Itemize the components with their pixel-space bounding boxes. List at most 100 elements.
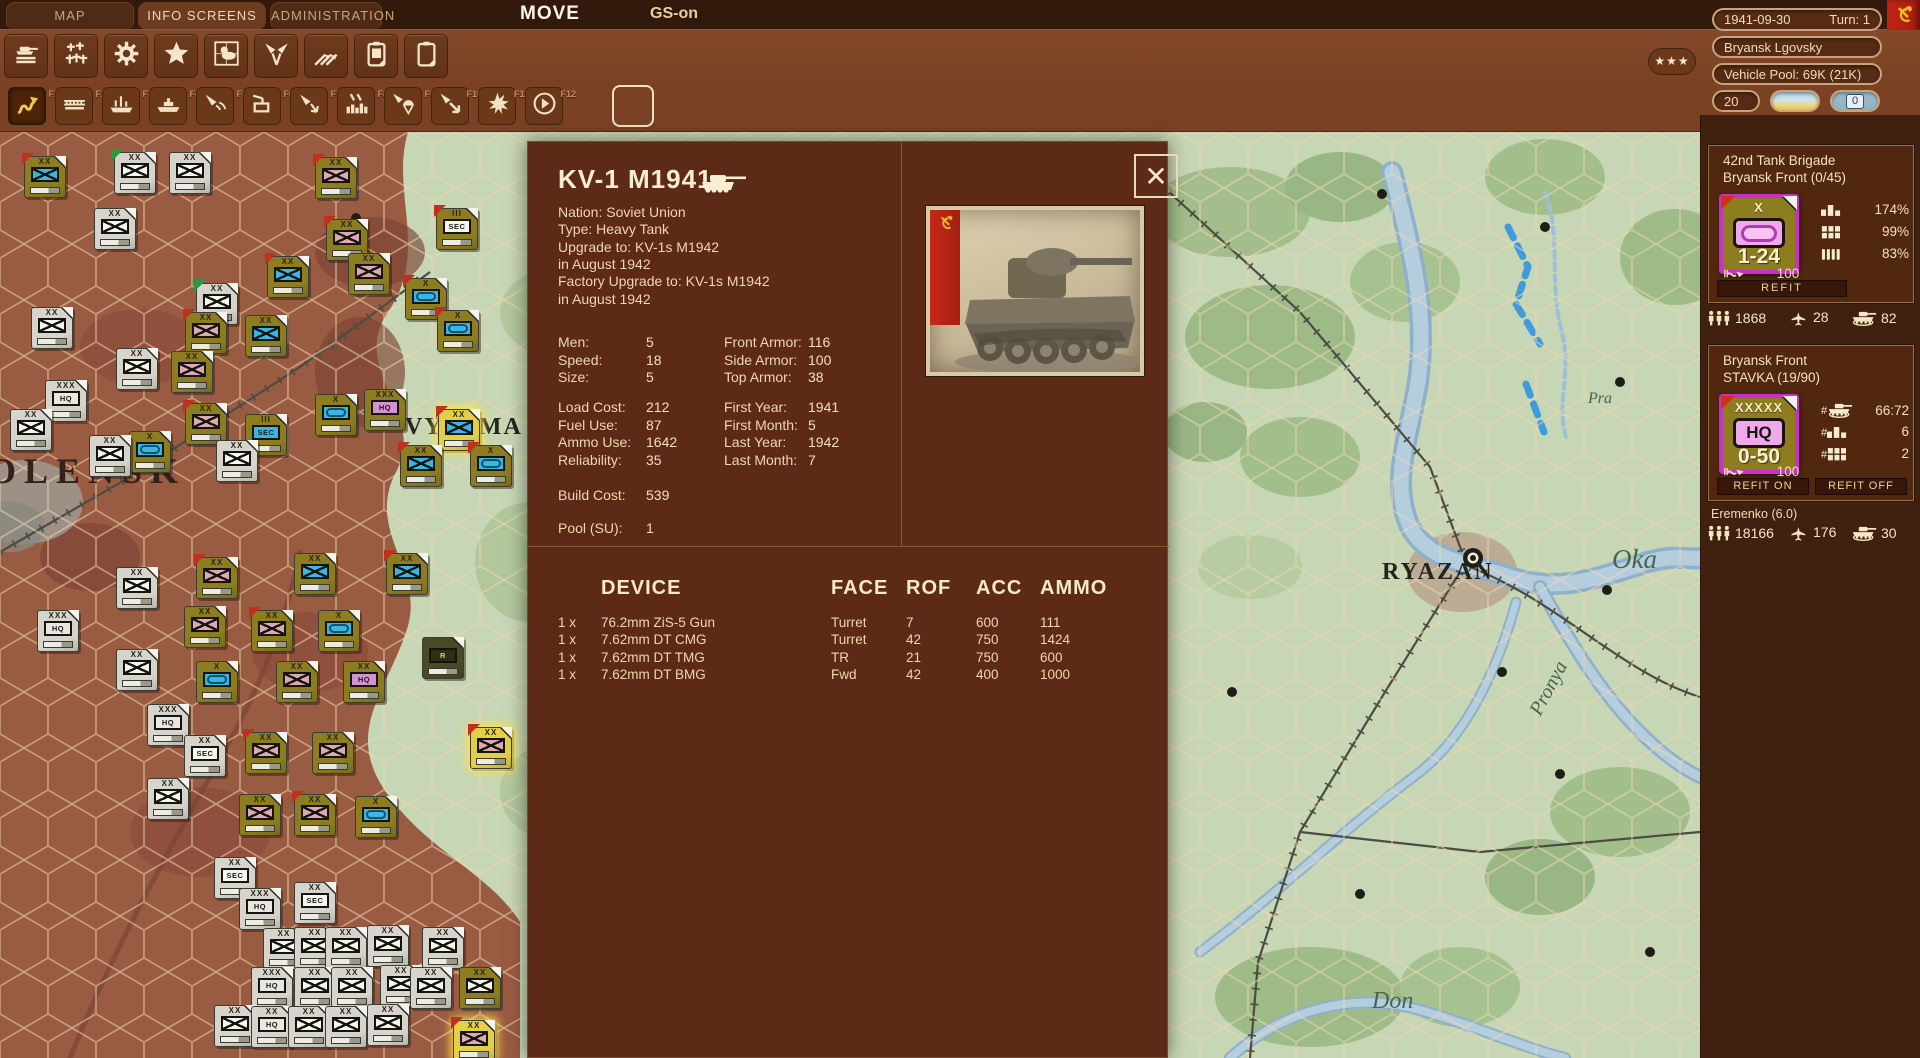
function-button-f10[interactable]: F10 (431, 87, 469, 125)
unit-counter[interactable]: XX (348, 253, 390, 295)
function-button-f7[interactable]: F7 (290, 87, 328, 125)
unit-counter[interactable]: XX (367, 925, 409, 967)
unit-counter[interactable]: XX (312, 732, 354, 774)
refit-on-button[interactable]: REFIT ON (1717, 478, 1809, 495)
tab-administration[interactable]: ADMINISTRATION (270, 2, 382, 29)
unit-counter[interactable]: XXSEC (294, 882, 336, 924)
unit-counter[interactable]: XX (331, 967, 373, 1009)
unit-counter[interactable]: XX (31, 307, 73, 349)
counter-pill[interactable]: 20 (1712, 90, 1760, 112)
unit-counter[interactable]: XXXHQ (37, 610, 79, 652)
unit-counter[interactable]: XX (251, 610, 293, 652)
unit-counter[interactable]: XX (214, 1005, 256, 1047)
unit-counter[interactable]: XX (116, 649, 158, 691)
unit-counter[interactable]: X (470, 445, 512, 487)
gear-button[interactable] (104, 34, 148, 78)
stat-value: 35 (646, 452, 662, 468)
star-button[interactable] (154, 34, 198, 78)
reinforcements-button[interactable] (54, 34, 98, 78)
function-button-f1[interactable]: F1 (8, 87, 46, 125)
device-cell-rof: 42 (906, 667, 921, 682)
tab-map-information[interactable]: MAP INFORMATION (6, 2, 134, 29)
unit-counter[interactable]: XX (185, 312, 227, 354)
selected-unit-counter[interactable]: X1-24 (1719, 194, 1799, 274)
unit-counter[interactable]: XXHQ (343, 661, 385, 703)
unit-counter[interactable]: IIISEC (436, 208, 478, 250)
unit-counter[interactable]: R (422, 637, 464, 679)
function-button-f3[interactable]: F3 (102, 87, 140, 125)
unit-counter[interactable]: XX (114, 152, 156, 194)
function-button-f9[interactable]: F9 (384, 87, 422, 125)
unit-counter[interactable]: XX (116, 348, 158, 390)
unit-counter[interactable]: XX (325, 1006, 367, 1048)
function-button-f2[interactable]: F2 (55, 87, 93, 125)
unit-counter[interactable]: X (315, 394, 357, 436)
unit-counter[interactable]: XX (422, 927, 464, 969)
function-button-f12[interactable]: F12 (525, 87, 563, 125)
selected-unit-counter[interactable]: XXXXXHQ0-50 (1719, 394, 1799, 474)
three-stars-button[interactable]: ★★★ (1648, 48, 1696, 75)
unit-counter[interactable]: XX (24, 156, 66, 198)
unit-counter[interactable]: XX (294, 553, 336, 595)
unit-counter[interactable]: XXHQ (251, 1006, 293, 1048)
unit-symbol (192, 414, 220, 429)
unit-counter[interactable]: XX (453, 1020, 495, 1058)
unit-counter[interactable]: XX (116, 567, 158, 609)
unit-counter[interactable]: XXXHQ (251, 967, 293, 1009)
unit-counter[interactable]: XX (89, 435, 131, 477)
unit-counter[interactable]: XX (267, 256, 309, 298)
minimap-button[interactable] (1770, 90, 1820, 112)
unit-counter[interactable]: XX (459, 967, 501, 1009)
tank-list-button[interactable] (4, 34, 48, 78)
unit-counter[interactable]: X (355, 796, 397, 838)
unit-counter[interactable]: XX (169, 152, 211, 194)
unit-counter[interactable]: XX (10, 409, 52, 451)
function-button-f8[interactable]: F8 (337, 87, 375, 125)
unit-counter[interactable]: XX (315, 157, 357, 199)
unit-counter[interactable]: XX (294, 967, 336, 1009)
weather-button[interactable] (204, 34, 248, 78)
unit-counter[interactable]: XXXHQ (147, 704, 189, 746)
unit-counter[interactable]: XX (196, 557, 238, 599)
close-icon[interactable]: ✕ (1134, 154, 1178, 198)
unit-counter[interactable]: XXSEC (184, 735, 226, 777)
unit-counter[interactable]: XX (245, 732, 287, 774)
unit-counter[interactable]: X (318, 610, 360, 652)
function-button-f4[interactable]: F4 (149, 87, 187, 125)
unit-counter[interactable]: XX (216, 440, 258, 482)
unit-counter[interactable]: XXXHQ (239, 888, 281, 930)
tab-info-screens[interactable]: INFO SCREENS (138, 2, 266, 29)
unit-counter[interactable]: XX (276, 661, 318, 703)
unit-counter[interactable]: X (196, 661, 238, 703)
unit-counter[interactable]: XX (325, 927, 367, 969)
unit-counter[interactable]: XXXHQ (364, 389, 406, 431)
unit-counter[interactable]: XX (410, 967, 452, 1009)
unit-counter[interactable]: X (437, 310, 479, 352)
unit-counter[interactable]: X (129, 431, 171, 473)
unit-counter[interactable]: XX (147, 778, 189, 820)
unit-counter[interactable]: XX (94, 208, 136, 250)
function-button-f6[interactable]: F6 (243, 87, 281, 125)
function-button-f5[interactable]: F5 (196, 87, 234, 125)
unit-counter[interactable]: XX (185, 403, 227, 445)
unit-counter[interactable]: XX (288, 1006, 330, 1048)
arrows-button[interactable] (304, 34, 348, 78)
unit-counter[interactable]: XX (470, 727, 512, 769)
unit-counter[interactable]: XX (184, 606, 226, 648)
refit-off-button[interactable]: REFIT OFF (1815, 478, 1907, 495)
report-empty-button[interactable] (404, 34, 448, 78)
unit-counter[interactable]: XX (245, 315, 287, 357)
zero-indicator-button[interactable]: 0 (1830, 90, 1880, 112)
unit-counter[interactable]: XX (367, 1004, 409, 1046)
air-combat-button[interactable] (254, 34, 298, 78)
unit-counter[interactable]: XX (239, 794, 281, 836)
function-button-f11[interactable]: F11 (478, 87, 516, 125)
refit-button[interactable]: REFIT (1717, 280, 1847, 297)
gs-toggle-label[interactable]: GS-on (650, 5, 698, 23)
unit-counter[interactable]: XX (400, 445, 442, 487)
unit-counter[interactable]: XX (386, 553, 428, 595)
up-arrow-button[interactable] (612, 85, 654, 127)
unit-counter[interactable]: XX (171, 351, 213, 393)
unit-counter[interactable]: XX (294, 794, 336, 836)
report-full-button[interactable] (354, 34, 398, 78)
